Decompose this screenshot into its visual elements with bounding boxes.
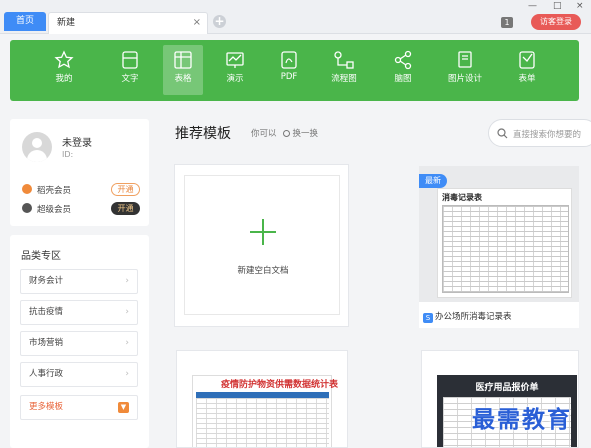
presentation-icon	[226, 52, 244, 68]
tab-home[interactable]: 首页	[4, 12, 46, 31]
add-tab-button[interactable]: +	[213, 15, 226, 28]
tool-flowchart[interactable]: 流程图	[324, 45, 364, 95]
window-count-badge[interactable]: 1	[501, 17, 513, 28]
template-title: 医疗用品报价单	[475, 383, 539, 393]
chevron-right-icon: ›	[125, 338, 129, 348]
refresh-hint: 你可以 换一换	[251, 127, 318, 139]
tool-flowchart-label: 流程图	[331, 74, 357, 84]
sheet-grid	[442, 205, 569, 293]
tool-writer[interactable]: 文字	[110, 45, 150, 95]
tool-mindmap[interactable]: 脑图	[383, 45, 423, 95]
member-row-super: 超级会员 开通	[22, 202, 140, 216]
new-blank-label: 新建空白文档	[237, 266, 289, 276]
tool-form-label: 表单	[518, 74, 536, 84]
app-toolbar: 我的 文字 表格 演示 PDF 流程图 脑图 图片设计 表单	[10, 40, 579, 101]
category-title: 品类专区	[21, 251, 61, 262]
tool-sheet-label: 表格	[174, 74, 192, 84]
refresh-button[interactable]: 换一换	[293, 129, 319, 139]
tool-pdf-label: PDF	[280, 72, 298, 82]
new-blank-area[interactable]: 新建空白文档	[184, 175, 340, 315]
tool-pdf[interactable]: PDF	[269, 45, 309, 95]
tool-mine-label: 我的	[55, 74, 73, 84]
tool-image-design-label: 图片设计	[447, 74, 482, 84]
member-label: 超级会员	[37, 205, 72, 215]
category-item[interactable]: 抗击疫情 ›	[20, 300, 138, 325]
open-docer-member-button[interactable]: 开通	[111, 183, 140, 196]
tool-slides-label: 演示	[226, 74, 244, 84]
category-item[interactable]: 财务会计 ›	[20, 269, 138, 294]
tool-form[interactable]: 表单	[507, 45, 547, 95]
sheet-preview: 消毒记录表	[437, 188, 572, 298]
category-item[interactable]: 人事行政 ›	[20, 362, 138, 387]
tab-new-label: 新建	[57, 18, 76, 28]
close-window-icon[interactable]: ×	[576, 1, 584, 11]
guest-login-button[interactable]: 访客登录	[531, 14, 581, 30]
sheet-type-icon: S	[423, 313, 433, 323]
page-title: 推荐模板	[175, 126, 231, 142]
template-title: 疫情防护物资供需数据统计表	[221, 380, 339, 390]
tool-writer-label: 文字	[121, 74, 139, 84]
tool-mine[interactable]: 我的	[44, 45, 84, 95]
sheet-title: 消毒记录表	[442, 193, 482, 202]
star-icon	[54, 50, 74, 69]
chevron-right-icon: ›	[125, 276, 129, 286]
category-card: 品类专区 财务会计 › 抗击疫情 › 市场营销 › 人事行政 › 更多模板 ▼	[10, 235, 149, 448]
tab-bar: 首页 新建 × + — □ × 1 访客登录	[0, 0, 591, 34]
mindmap-icon	[394, 50, 412, 70]
tool-mindmap-label: 脑图	[394, 74, 412, 84]
avatar[interactable]	[22, 132, 52, 162]
refresh-icon[interactable]	[282, 130, 290, 137]
category-item[interactable]: 市场营销 ›	[20, 331, 138, 356]
maximize-icon[interactable]: □	[553, 1, 562, 11]
more-icon: ▼	[118, 402, 129, 413]
super-member-icon	[22, 203, 32, 213]
user-card: 未登录 ID: 稻壳会员 开通 超级会员 开通	[10, 119, 149, 226]
pdf-icon	[281, 51, 297, 69]
minimize-icon[interactable]: —	[528, 1, 537, 11]
document-icon	[122, 51, 138, 69]
more-templates-button[interactable]: 更多模板 ▼	[20, 395, 138, 420]
template-thumbnail[interactable]: 疫情防护物资供需数据统计表	[192, 375, 338, 447]
tool-slides[interactable]: 演示	[215, 45, 255, 95]
form-icon	[519, 51, 535, 69]
template-caption[interactable]: S 办公场所消毒记录表	[423, 310, 512, 323]
flowchart-icon	[334, 51, 354, 69]
table-icon	[174, 51, 192, 69]
search-icon	[497, 128, 508, 139]
user-name[interactable]: 未登录	[62, 134, 92, 149]
refresh-hint-label: 你可以	[251, 129, 277, 139]
tool-sheet[interactable]: 表格	[163, 45, 203, 95]
docer-member-icon	[22, 184, 32, 194]
chevron-right-icon: ›	[125, 369, 129, 379]
tab-new[interactable]: 新建 ×	[48, 12, 208, 34]
user-id: ID:	[62, 150, 74, 159]
open-super-member-button[interactable]: 开通	[111, 202, 140, 215]
template-card[interactable]: 疫情防护物资供需数据统计表	[176, 350, 348, 448]
member-label: 稻壳会员	[37, 186, 72, 196]
tab-close-icon[interactable]: ×	[193, 13, 201, 33]
tool-image-design[interactable]: 图片设计	[442, 45, 488, 95]
watermark: 最需教育	[472, 407, 572, 433]
template-search[interactable]: 直接搜索你想要的	[488, 119, 591, 147]
new-blank-card[interactable]: 新建空白文档	[174, 164, 349, 327]
new-badge: 最新	[419, 174, 447, 188]
template-thumbnail[interactable]: 消毒记录表 最新	[419, 166, 579, 302]
search-input[interactable]: 直接搜索你想要的	[513, 128, 581, 140]
member-row-docer: 稻壳会员 开通	[22, 183, 140, 197]
sheet-grid	[196, 392, 329, 447]
chevron-right-icon: ›	[125, 307, 129, 317]
image-design-icon	[458, 51, 472, 68]
template-card[interactable]: 消毒记录表 最新 S 办公场所消毒记录表	[419, 166, 579, 328]
